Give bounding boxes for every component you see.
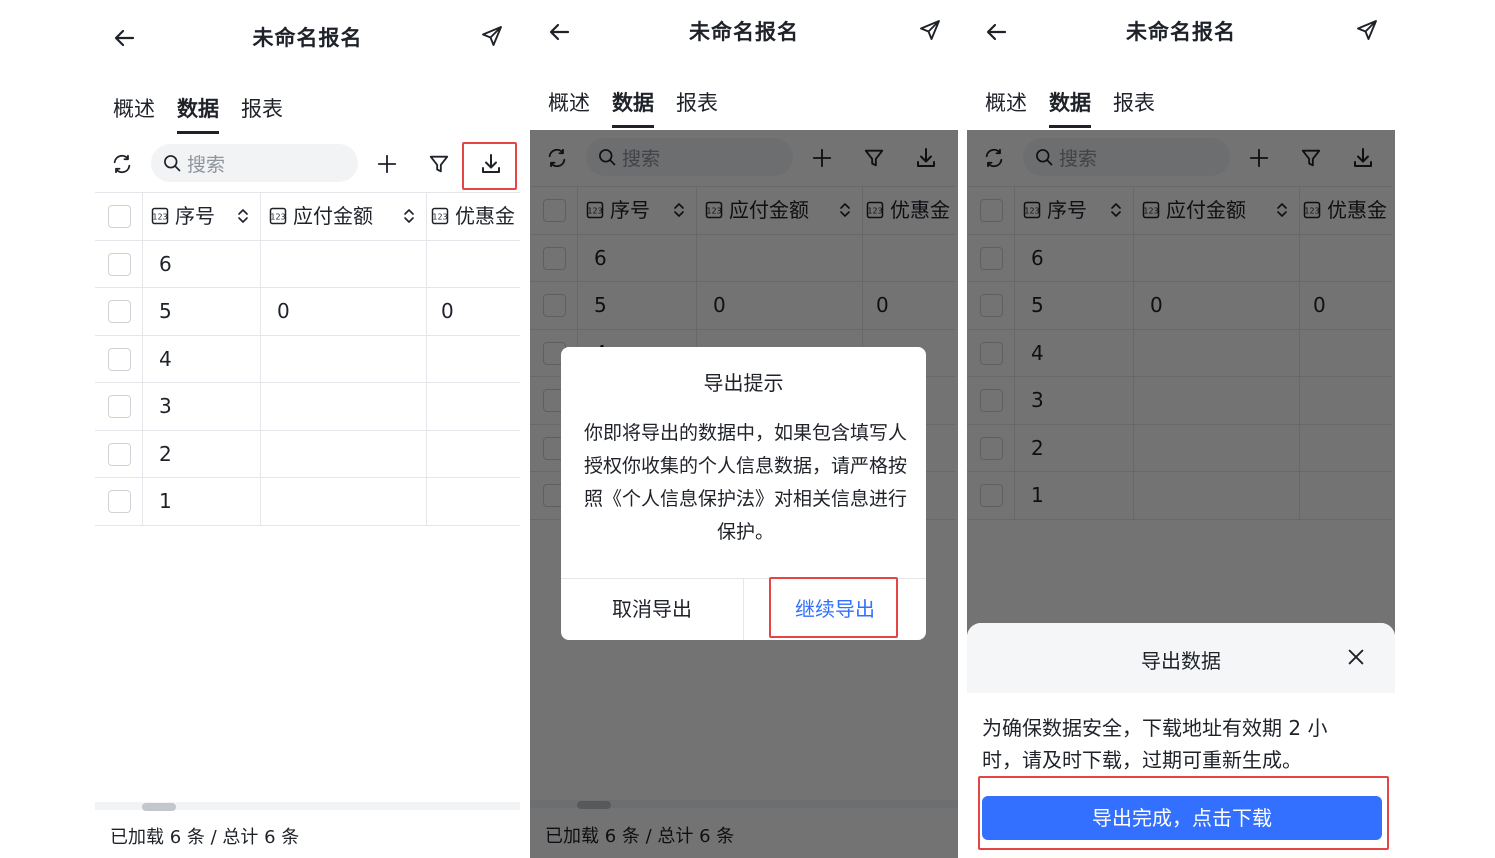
sheet-header: 导出数据 (967, 623, 1395, 693)
table-row[interactable]: 2 (95, 430, 520, 478)
column-header-seq[interactable]: 123 序号 (143, 193, 261, 240)
table-row[interactable]: 6 (95, 240, 520, 288)
dialog-message: 你即将导出的数据中，如果包含填写人授权你收集的个人信息数据，请严格按照《个人信息… (583, 422, 907, 543)
cell-discount: 0 (441, 299, 454, 323)
row-checkbox[interactable] (108, 490, 131, 513)
tab-overview[interactable]: 概述 (548, 86, 590, 126)
number-field-icon: 123 (431, 207, 449, 225)
top-bar: 未命名报名 (95, 6, 520, 66)
page-title: 未命名报名 (689, 20, 799, 44)
scrollbar-thumb[interactable] (142, 803, 176, 811)
tab-bar: 概述 数据 报表 (548, 86, 718, 128)
cell-amount (261, 240, 427, 287)
cell-seq: 6 (143, 240, 261, 287)
table-row[interactable]: 5 0 0 (95, 288, 520, 336)
top-bar: 未命名报名 (967, 0, 1395, 60)
cell-seq: 5 (143, 288, 261, 335)
tab-data[interactable]: 数据 (1049, 86, 1091, 128)
page-title: 未命名报名 (1126, 20, 1236, 44)
tab-data[interactable]: 数据 (177, 92, 219, 134)
table-header: 123 序号 123 应付金额 123 优惠金 (95, 193, 520, 241)
plus-icon[interactable] (376, 153, 398, 175)
close-icon[interactable] (1345, 646, 1367, 668)
column-label: 序号 (175, 204, 215, 229)
table-row[interactable]: 3 (95, 383, 520, 431)
row-checkbox[interactable] (108, 395, 131, 418)
horizontal-scrollbar[interactable] (95, 802, 520, 811)
cell-discount (427, 241, 520, 288)
send-icon[interactable] (480, 24, 504, 48)
cell-amount (261, 430, 427, 477)
continue-highlight-box (769, 577, 898, 638)
number-field-icon: 123 (151, 207, 169, 225)
tab-overview[interactable]: 概述 (113, 92, 155, 132)
tab-bar: 概述 数据 报表 (985, 86, 1155, 128)
cancel-export-button[interactable]: 取消导出 (561, 578, 743, 640)
screen-data-view: 未命名报名 概述 数据 报表 搜索 123 序号 123 应付金额 123 优惠… (95, 0, 520, 858)
column-label: 应付金额 (293, 204, 373, 229)
screen-export-complete: 未命名报名 概述 数据 报表 搜索 1 (967, 0, 1395, 858)
column-header-amount[interactable]: 123 应付金额 (261, 193, 427, 240)
sort-icon[interactable] (236, 207, 250, 225)
cell-discount (427, 431, 520, 478)
tab-report[interactable]: 报表 (1113, 86, 1155, 126)
table-row[interactable]: 1 (95, 478, 520, 526)
cell-seq: 2 (143, 430, 261, 477)
dialog-title: 导出提示 (703, 371, 784, 395)
cell-amount (261, 383, 427, 430)
row-checkbox[interactable] (108, 252, 131, 276)
svg-text:123: 123 (432, 213, 447, 222)
search-input[interactable]: 搜索 (151, 144, 358, 182)
data-table: 123 序号 123 应付金额 123 优惠金 6 5 0 0 (95, 192, 520, 526)
cell-discount (427, 383, 520, 430)
cell-amount (261, 478, 427, 525)
table-row[interactable]: 4 (95, 335, 520, 383)
send-icon[interactable] (1355, 18, 1379, 42)
column-header-discount[interactable]: 123 优惠金 (427, 193, 520, 240)
select-all-cell (95, 193, 143, 240)
row-checkbox[interactable] (108, 347, 131, 371)
download-highlight-box (462, 142, 517, 190)
export-data-sheet: 导出数据 为确保数据安全，下载地址有效期 2 小时，请及时下载，过期可重新生成。… (967, 623, 1395, 858)
refresh-icon[interactable] (111, 153, 133, 175)
screen-export-confirm: 未命名报名 概述 数据 报表 搜索 1 (530, 0, 958, 858)
cell-amount: 0 (261, 288, 427, 335)
tab-report[interactable]: 报表 (676, 86, 718, 126)
download-button-highlight-box (978, 776, 1389, 850)
sheet-message: 为确保数据安全，下载地址有效期 2 小时，请及时下载，过期可重新生成。 (982, 716, 1328, 772)
cell-discount (427, 336, 520, 383)
cell-amount (261, 335, 427, 382)
cell-seq: 3 (143, 383, 261, 430)
svg-text:123: 123 (270, 213, 285, 222)
number-field-icon: 123 (269, 207, 287, 225)
select-all-checkbox[interactable] (108, 205, 131, 228)
top-bar: 未命名报名 (530, 0, 958, 60)
sort-icon[interactable] (402, 207, 416, 225)
row-checkbox[interactable] (108, 442, 131, 466)
data-toolbar: 搜索 (95, 136, 520, 192)
cell-seq: 4 (143, 335, 261, 382)
column-label: 优惠金 (455, 204, 515, 229)
search-icon (162, 153, 182, 173)
tab-overview[interactable]: 概述 (985, 86, 1027, 126)
tab-bar: 概述 数据 报表 (113, 92, 283, 134)
load-status: 已加载 6 条 / 总计 6 条 (110, 827, 300, 848)
filter-icon[interactable] (428, 153, 450, 175)
cell-seq: 1 (143, 478, 261, 525)
cell-discount (427, 478, 520, 525)
export-confirm-dialog: 导出提示 你即将导出的数据中，如果包含填写人授权你收集的个人信息数据，请严格按照… (561, 347, 926, 640)
row-checkbox[interactable] (108, 300, 131, 323)
sheet-title: 导出数据 (1141, 649, 1221, 673)
send-icon[interactable] (918, 18, 942, 42)
tab-report[interactable]: 报表 (241, 92, 283, 132)
search-placeholder: 搜索 (187, 154, 226, 176)
page-title: 未命名报名 (252, 26, 363, 50)
svg-text:123: 123 (152, 213, 167, 222)
tab-data[interactable]: 数据 (612, 86, 654, 128)
